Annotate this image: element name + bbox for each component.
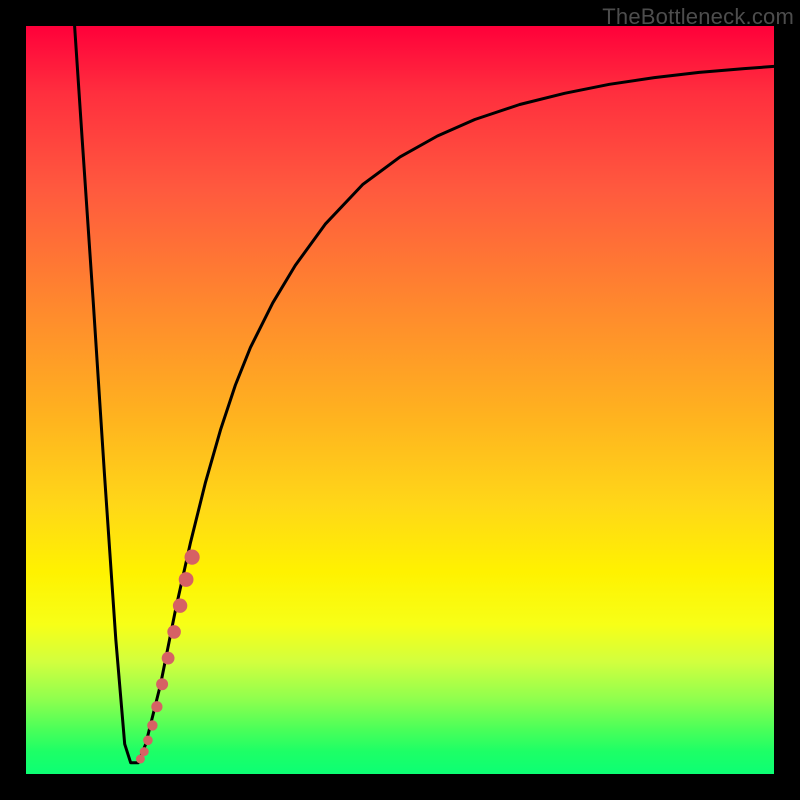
chart-svg (26, 26, 774, 774)
marker-dot (162, 652, 175, 665)
chart-frame: TheBottleneck.com (0, 0, 800, 800)
curve-line (75, 26, 774, 763)
marker-dot (167, 625, 181, 639)
marker-dot (143, 736, 153, 746)
marker-dot (151, 701, 162, 712)
marker-dot (173, 599, 187, 613)
plot-area (26, 26, 774, 774)
marker-dot (156, 678, 168, 690)
marker-dot (185, 550, 200, 565)
marker-dot (140, 747, 149, 756)
marker-dot (147, 720, 157, 730)
marker-group (136, 550, 200, 764)
marker-dot (179, 572, 194, 587)
watermark-text: TheBottleneck.com (602, 4, 794, 30)
